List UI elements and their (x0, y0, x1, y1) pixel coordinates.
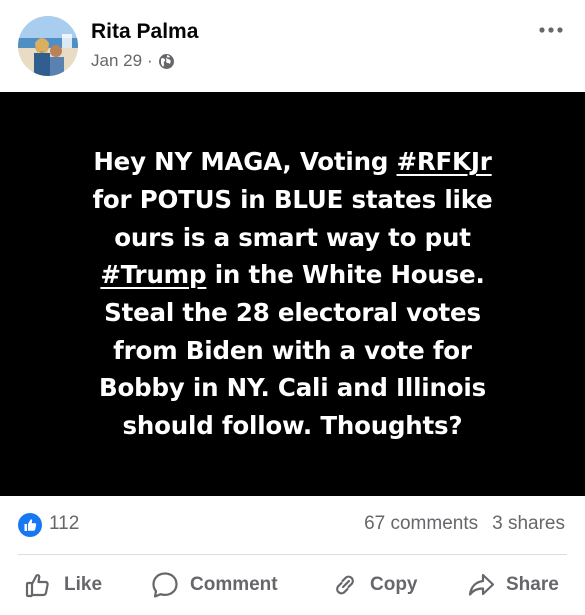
post-image-text: Hey NY MAGA, Voting #RFKJr for POTUS in … (33, 143, 553, 445)
post-date[interactable]: Jan 29 (91, 51, 142, 71)
action-bar: Like Comment Copy Share (0, 556, 585, 614)
post-header: Rita Palma Jan 29 · (0, 0, 585, 92)
post-image[interactable]: Hey NY MAGA, Voting #RFKJr for POTUS in … (0, 92, 585, 496)
link-icon (330, 570, 360, 600)
comments-count[interactable]: 67 comments (364, 513, 478, 535)
like-button[interactable]: Like (24, 556, 102, 614)
like-reaction-icon[interactable] (18, 513, 42, 537)
globe-icon[interactable] (158, 53, 175, 70)
thumbs-up-icon (24, 570, 54, 600)
post-stats: 112 67 comments 3 shares (0, 496, 585, 554)
image-text-line: Bobby in NY. Cali and Illinois (99, 373, 486, 403)
share-label: Share (506, 574, 559, 595)
shares-count[interactable]: 3 shares (492, 513, 565, 535)
engagement-counts: 67 comments 3 shares (364, 513, 565, 535)
meta-separator: · (147, 51, 153, 70)
more-options-button[interactable] (537, 20, 565, 40)
avatar[interactable] (18, 16, 78, 76)
image-text-line: Steal the 28 electoral votes (104, 298, 481, 327)
comment-button[interactable]: Comment (150, 556, 278, 614)
share-button[interactable]: Share (466, 556, 559, 614)
copy-label: Copy (370, 574, 418, 595)
image-text-line: should follow. Thoughts? (122, 411, 463, 441)
divider (18, 554, 567, 555)
comment-bubble-icon (150, 570, 180, 600)
hashtag-trump: #Trump (100, 260, 207, 290)
author-name[interactable]: Rita Palma (91, 20, 198, 44)
like-label: Like (64, 574, 103, 595)
copy-button[interactable]: Copy (330, 556, 418, 614)
image-text-line: ours is a smart way to put (114, 222, 471, 252)
comment-label: Comment (190, 574, 278, 595)
share-arrow-icon (466, 570, 496, 600)
hashtag-rfkjr: #RFKJr (396, 147, 492, 177)
image-text-line: Hey NY MAGA, Voting #RFKJr (93, 147, 492, 177)
like-count[interactable]: 112 (49, 513, 79, 535)
image-text-line: from Biden with a vote for (113, 335, 472, 365)
image-text-line: for POTUS in BLUE states like (92, 184, 493, 214)
image-text-line: #Trump in the White House. (100, 260, 485, 290)
post-meta: Jan 29 · (91, 51, 175, 71)
